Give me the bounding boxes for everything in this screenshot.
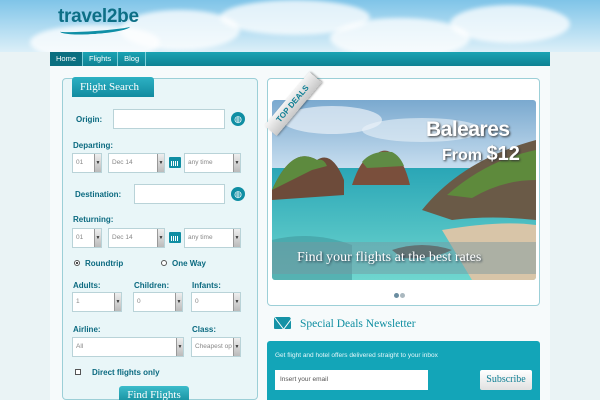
returning-month-value: Dec 14 — [112, 234, 133, 241]
chevron-down-icon — [94, 154, 101, 172]
chevron-down-icon — [175, 293, 182, 311]
children-select[interactable]: 0 — [133, 292, 183, 312]
airline-label: Airline: — [73, 325, 101, 334]
nav-item-blog[interactable]: Blog — [118, 52, 147, 66]
nav-item-flights[interactable]: Flights — [83, 52, 119, 66]
hero-price: From $12 — [442, 143, 520, 166]
infants-select[interactable]: 0 — [191, 292, 241, 312]
calendar-icon[interactable] — [169, 157, 181, 168]
returning-day-value: 01 — [76, 234, 84, 241]
departing-month-select[interactable]: Dec 14 — [108, 153, 165, 173]
direct-flights-label: Direct flights only — [92, 368, 160, 377]
departing-time-value: any time — [188, 159, 213, 166]
adults-select[interactable]: 1 — [72, 292, 122, 312]
adults-label: Adults: — [73, 281, 101, 290]
departing-label: Departing: — [73, 141, 113, 150]
hero-caption: Find your flights at the best rates — [297, 250, 482, 265]
destination-input[interactable] — [134, 184, 225, 204]
airline-select[interactable]: All — [72, 337, 184, 357]
returning-label: Returning: — [73, 215, 114, 224]
returning-month-select[interactable]: Dec 14 — [108, 228, 165, 248]
chevron-down-icon — [233, 293, 240, 311]
roundtrip-radio[interactable] — [74, 260, 80, 266]
slide-dot-2[interactable] — [400, 293, 405, 298]
adults-value: 1 — [76, 298, 80, 305]
newsletter-email-input[interactable]: Insert your email — [275, 370, 428, 390]
airline-value: All — [76, 343, 84, 350]
subscribe-button[interactable]: Subscribe — [480, 370, 532, 390]
nav-item-home[interactable]: Home — [50, 52, 84, 66]
newsletter-text: Get flight and hotel offers delivered st… — [275, 352, 438, 359]
globe-icon[interactable]: ◍ — [231, 187, 245, 201]
class-label: Class: — [192, 325, 217, 334]
direct-flights-checkbox[interactable] — [75, 369, 81, 375]
departing-time-select[interactable]: any time — [184, 153, 241, 173]
chevron-down-icon — [233, 154, 240, 172]
children-label: Children: — [134, 281, 170, 290]
departing-month-value: Dec 14 — [112, 159, 133, 166]
infants-value: 0 — [195, 298, 199, 305]
flight-search-tab: Flight Search — [72, 77, 154, 97]
departing-day-select[interactable]: 01 — [72, 153, 102, 173]
origin-input[interactable] — [113, 109, 225, 129]
chevron-down-icon — [233, 338, 240, 356]
chevron-down-icon — [176, 338, 183, 356]
class-select[interactable]: Cheapest op — [191, 337, 241, 357]
destination-label: Destination: — [75, 190, 122, 199]
hero-price-prefix: From — [442, 147, 482, 164]
calendar-icon[interactable] — [169, 232, 181, 243]
chevron-down-icon — [157, 154, 164, 172]
chevron-down-icon — [233, 229, 240, 247]
returning-time-value: any time — [188, 234, 213, 241]
returning-time-select[interactable]: any time — [184, 228, 241, 248]
returning-day-select[interactable]: 01 — [72, 228, 102, 248]
departing-day-value: 01 — [76, 159, 84, 166]
roundtrip-label: Roundtrip — [85, 259, 124, 268]
infants-label: Infants: — [192, 281, 221, 290]
find-flights-button[interactable]: Find Flights — [119, 386, 189, 400]
chevron-down-icon — [157, 229, 164, 247]
newsletter-title: Special Deals Newsletter — [300, 318, 416, 330]
chevron-down-icon — [114, 293, 121, 311]
class-value: Cheapest op — [195, 343, 232, 350]
hero-price-value: $12 — [486, 143, 520, 165]
origin-label: Origin: — [76, 115, 103, 124]
oneway-label: One Way — [172, 259, 206, 268]
slide-dot-1[interactable] — [394, 293, 399, 298]
hero-title: Baleares — [426, 118, 510, 141]
envelope-icon — [274, 317, 291, 329]
children-value: 0 — [137, 298, 141, 305]
main-nav: Home Flights Blog — [50, 52, 550, 66]
chevron-down-icon — [94, 229, 101, 247]
globe-icon[interactable]: ◍ — [231, 112, 245, 126]
oneway-radio[interactable] — [161, 260, 167, 266]
